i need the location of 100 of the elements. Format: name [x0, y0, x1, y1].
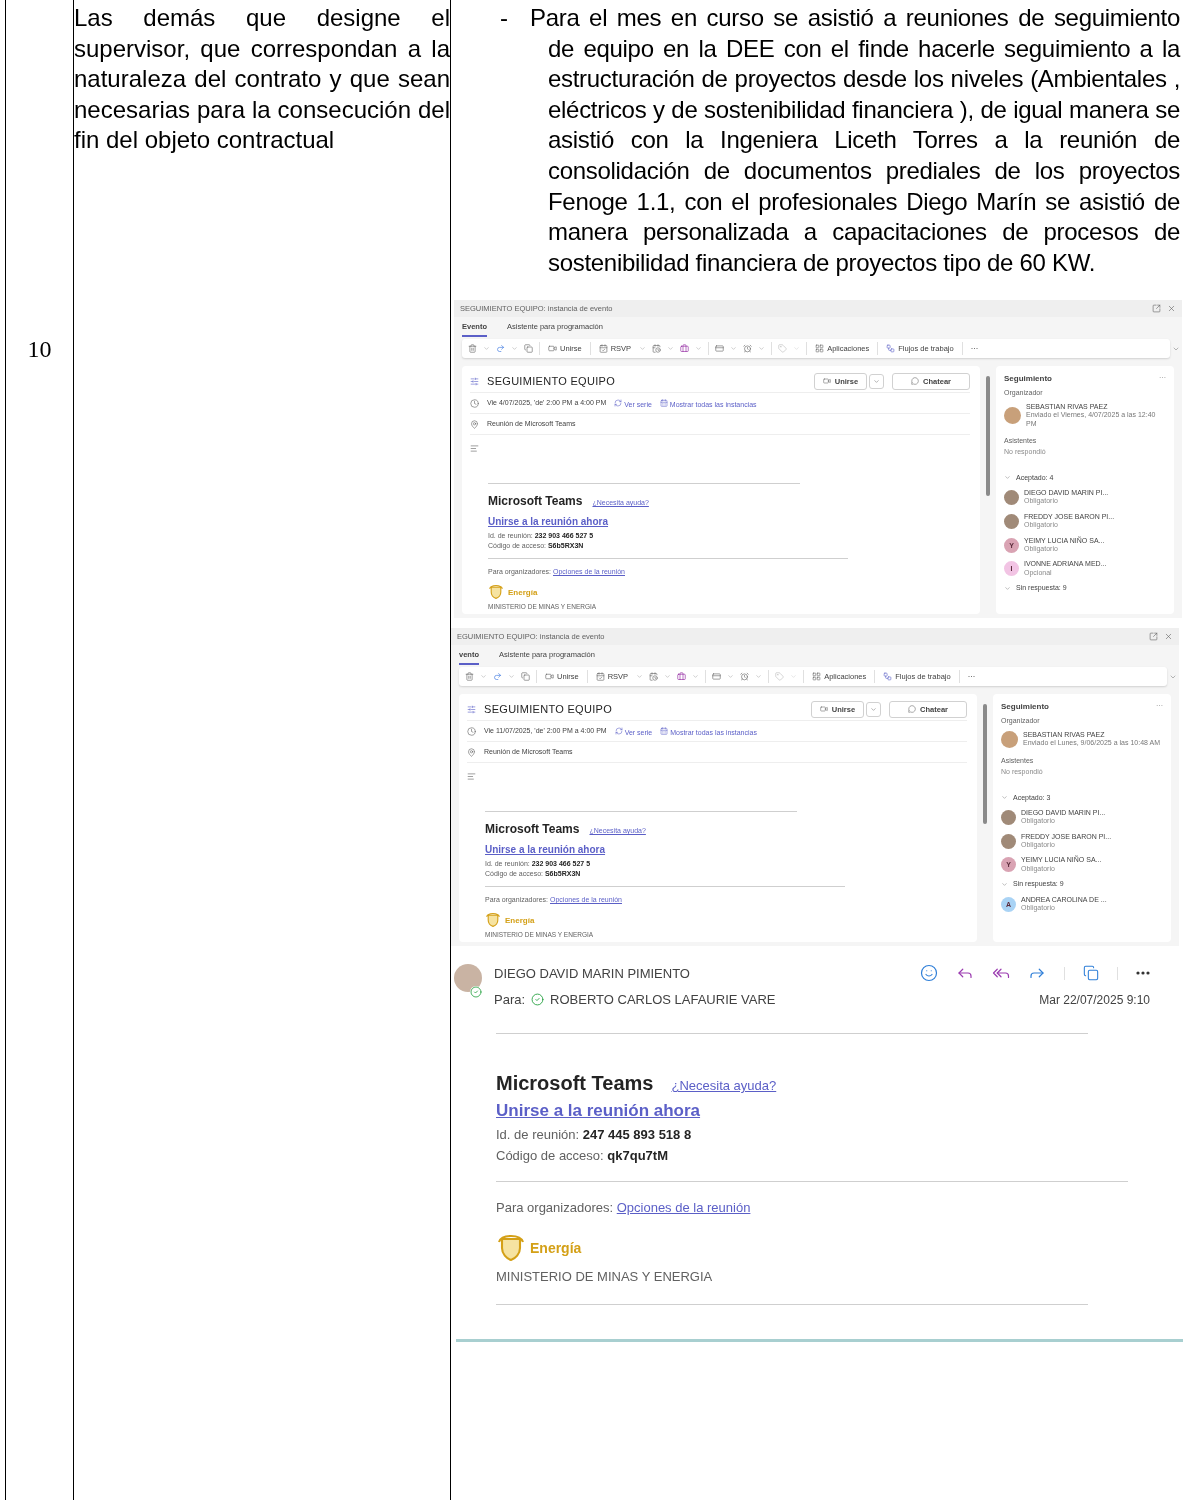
- passcode-text: Código de acceso: qk7qu7tM: [496, 1148, 669, 1164]
- scrollbar[interactable]: [986, 376, 990, 497]
- calendar-icon: [660, 726, 669, 735]
- avatar-circle: [1001, 809, 1016, 825]
- ministry-name: MINISTERIO DE MINAS Y ENERGIA: [496, 1269, 714, 1285]
- close-icon[interactable]: [1164, 632, 1173, 642]
- join-options-button[interactable]: [866, 701, 882, 717]
- row-number: 10: [27, 336, 52, 364]
- popout-icon[interactable]: [1152, 304, 1161, 314]
- to-label: Para:: [494, 992, 526, 1008]
- more-actions-button[interactable]: [1136, 971, 1150, 976]
- shield-emblem-icon: [485, 912, 501, 929]
- calendar-clock-icon[interactable]: [649, 672, 659, 682]
- obligation-text: Las demás que designe el supervisor, que correspondan a la naturaleza del contrato y que sean necesarias para la consecución del fin del objeto contractual: [74, 3, 450, 156]
- loop-button[interactable]: [1083, 965, 1099, 982]
- event-subject: SEGUIMIENTO EQUIPO: [487, 375, 616, 388]
- forward-arrow-icon[interactable]: [496, 344, 505, 354]
- refresh-icon: [614, 726, 623, 735]
- trash-icon[interactable]: [465, 672, 474, 682]
- help-link[interactable]: ¿Necesita ayuda?: [671, 1078, 777, 1094]
- trash-icon[interactable]: [468, 344, 477, 354]
- teams-heading: Microsoft Teams: [485, 822, 580, 837]
- copy-icon[interactable]: [524, 344, 533, 354]
- brand-name: Energía: [505, 915, 535, 925]
- chevron-icon[interactable]: [664, 673, 672, 681]
- bullet-dash: -: [500, 3, 509, 33]
- chevron-icon[interactable]: [639, 345, 647, 353]
- location-icon: [470, 419, 479, 429]
- emoji-button[interactable]: [920, 964, 938, 983]
- alarm-clock-icon[interactable]: [743, 344, 753, 354]
- chevron-icon: [870, 705, 878, 713]
- join-meeting-link[interactable]: Unirse a la reunión ahora: [496, 1101, 701, 1121]
- shield-emblem-icon: [496, 1233, 526, 1264]
- popout-icon[interactable]: [1149, 632, 1158, 642]
- chevron-icon[interactable]: [1001, 794, 1008, 802]
- calendar-check-icon: [595, 672, 605, 682]
- join-meeting-link[interactable]: Unirse a la reunión ahora: [488, 516, 609, 528]
- copy-icon[interactable]: [521, 672, 530, 682]
- chevron-icon[interactable]: [636, 673, 644, 681]
- chevron-icon[interactable]: [511, 345, 518, 353]
- chevron-icon[interactable]: [695, 345, 703, 353]
- briefcase-icon[interactable]: [677, 672, 687, 682]
- video-icon: [545, 672, 554, 682]
- refresh-icon: [614, 398, 623, 407]
- avatar-circle: [1001, 730, 1018, 748]
- panel-title: Seguimiento: [1004, 373, 1052, 384]
- sliders-icon: [467, 704, 476, 714]
- event-subject: SEGUIMIENTO EQUIPO: [484, 703, 613, 716]
- chevron-icon[interactable]: [727, 673, 735, 681]
- card-icon[interactable]: [712, 672, 722, 682]
- chevron-icon[interactable]: [692, 673, 700, 681]
- video-icon: [819, 705, 828, 714]
- sliders-icon: [470, 376, 479, 386]
- clock-icon: [470, 398, 479, 408]
- notes-icon: [467, 771, 476, 781]
- calendar-check-icon: [598, 344, 608, 354]
- check-icon: [531, 993, 545, 1007]
- video-icon: [548, 344, 557, 354]
- grid-icon: [815, 344, 825, 354]
- teams-heading: Microsoft Teams: [496, 1072, 654, 1096]
- brand-name: Energía: [530, 1240, 582, 1257]
- chat-icon: [908, 705, 917, 714]
- chevron-icon[interactable]: [758, 345, 766, 353]
- shield-emblem-icon: [488, 584, 504, 601]
- chevron-icon[interactable]: [508, 673, 515, 681]
- tag-icon[interactable]: [778, 344, 788, 354]
- join-options-button[interactable]: [869, 373, 885, 389]
- chevron-icon[interactable]: [667, 345, 675, 353]
- tag-icon[interactable]: [775, 672, 785, 682]
- chat-icon: [911, 377, 920, 386]
- alarm-clock-icon[interactable]: [740, 672, 750, 682]
- chevron-icon[interactable]: [755, 673, 763, 681]
- recipient-name: ROBERTO CARLOS LAFAURIE VARE: [550, 992, 776, 1008]
- activity-text: Para el mes en curso se asistió a reuniones de seguimiento de equipo en la DEE con el finde hacerle seguimiento a la estructuración de proyectos desde los niveles (Ambientales , eléctricos y de sostenibilidad financiera ), de igual manera se asistió con la Ingeniera Liceth Torres a la reunión de consolidación de documentos prediales de los proyectos Fenoge 1.1, con el profesionales Diego Marín se asistió de manera personalizada a capacitaciones de procesos de sostenibilidad financiera de proyectos tipo de 60 KW.: [530, 3, 1180, 278]
- briefcase-icon[interactable]: [680, 344, 690, 354]
- chevron-icon[interactable]: [1004, 584, 1011, 592]
- chevron-icon[interactable]: [483, 345, 490, 353]
- avatar-circle: [1001, 833, 1016, 849]
- brand-name: Energía: [508, 587, 538, 597]
- grid-icon: [812, 672, 822, 682]
- workflow-icon: [883, 672, 893, 682]
- organizers-text: Para organizadores: Opciones de la reunión: [496, 1200, 752, 1216]
- scrollbar[interactable]: [983, 704, 987, 825]
- presence-icon: [470, 986, 482, 999]
- close-icon[interactable]: [1167, 304, 1176, 314]
- calendar-clock-icon[interactable]: [652, 344, 662, 354]
- chevron-icon[interactable]: [1004, 474, 1011, 482]
- overlapping-squares-icon: [1083, 965, 1099, 982]
- avatar-circle: [1004, 489, 1019, 505]
- join-meeting-link[interactable]: Unirse a la reunión ahora: [485, 844, 606, 856]
- card-icon[interactable]: [715, 344, 725, 354]
- clock-icon: [467, 726, 476, 736]
- chevron-icon[interactable]: [480, 673, 487, 681]
- chevron-icon[interactable]: [1001, 880, 1008, 888]
- avatar-circle: [1004, 406, 1021, 424]
- meeting-options-link[interactable]: Opciones de la reunión: [616, 1200, 751, 1216]
- chevron-icon[interactable]: [730, 345, 738, 353]
- forward-arrow-icon[interactable]: [493, 672, 502, 682]
- email-date: Mar 22/07/2025 9:10: [1039, 992, 1150, 1007]
- calendar-icon: [659, 398, 668, 407]
